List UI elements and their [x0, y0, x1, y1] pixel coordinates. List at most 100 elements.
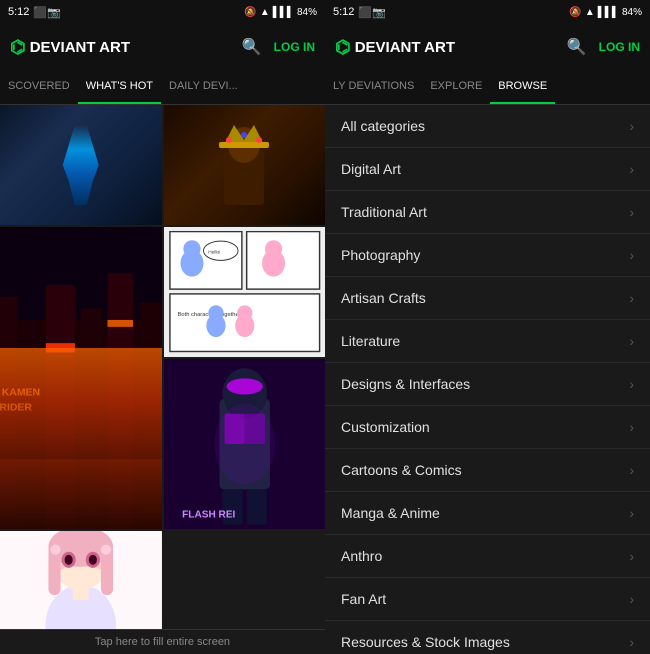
left-status-right: 🔕 ▲ ▌▌▌ 84%: [244, 7, 317, 18]
right-panel: 5:12 ⬛📷 🔕 ▲ ▌▌▌ 84% ⌬ DEVIANT ART 🔍 LOG …: [325, 0, 650, 654]
browse-item-arrow-icon: ›: [629, 118, 634, 134]
left-status-icons: ⬛📷: [33, 6, 60, 19]
right-logo-icon: ⌬: [335, 37, 351, 58]
right-header-right: 🔍 LOG IN: [567, 37, 640, 57]
browse-item[interactable]: Cartoons & Comics ›: [325, 449, 650, 492]
browse-list: All categories › Digital Art › Tradition…: [325, 105, 650, 654]
left-time: 5:12: [8, 6, 29, 18]
image-city[interactable]: KAMEN RIDER: [0, 227, 162, 529]
browse-item-arrow-icon: ›: [629, 161, 634, 177]
right-tab-deviations[interactable]: LY DEVIATIONS: [325, 70, 422, 104]
bottom-bar-text: Tap here to fill entire screen: [95, 636, 230, 648]
left-status-bar: 5:12 ⬛📷 🔕 ▲ ▌▌▌ 84%: [0, 0, 325, 24]
left-login-button[interactable]: LOG IN: [274, 40, 315, 54]
browse-item-arrow-icon: ›: [629, 204, 634, 220]
browse-item-arrow-icon: ›: [629, 634, 634, 650]
right-time: 5:12: [333, 6, 354, 18]
right-search-icon[interactable]: 🔍: [567, 37, 587, 57]
browse-item[interactable]: Anthro ›: [325, 535, 650, 578]
right-login-button[interactable]: LOG IN: [599, 40, 640, 54]
left-nav-tabs: SCOVERED WHAT'S HOT DAILY DEVI...: [0, 70, 325, 105]
browse-item[interactable]: Designs & Interfaces ›: [325, 363, 650, 406]
kamen-illustration: FLASH REI: [164, 359, 326, 529]
browse-item-label: Designs & Interfaces: [341, 376, 470, 392]
browse-item-arrow-icon: ›: [629, 419, 634, 435]
svg-text:RIDER: RIDER: [0, 403, 32, 414]
image-godzilla[interactable]: [0, 105, 162, 225]
right-status-icons: ⬛📷: [358, 6, 385, 19]
image-king[interactable]: [164, 105, 326, 225]
right-signal-icon: 🔕: [569, 7, 581, 18]
browse-item-label: All categories: [341, 118, 425, 134]
left-header: ⌬ DEVIANT ART 🔍 LOG IN: [0, 24, 325, 70]
left-signal-bars: ▌▌▌: [273, 7, 294, 18]
browse-item[interactable]: Customization ›: [325, 406, 650, 449]
browse-item[interactable]: Artisan Crafts ›: [325, 277, 650, 320]
right-signal-bars: ▌▌▌: [598, 7, 619, 18]
browse-item[interactable]: Literature ›: [325, 320, 650, 363]
image-anime-girl[interactable]: [0, 531, 162, 629]
left-image-grid: KAMEN RIDER Hello!: [0, 105, 325, 629]
browse-item-label: Customization: [341, 419, 430, 435]
city-illustration: KAMEN RIDER: [0, 227, 162, 529]
browse-item-label: Resources & Stock Images: [341, 634, 510, 650]
left-panel: 5:12 ⬛📷 🔕 ▲ ▌▌▌ 84% ⌬ DEVIANT ART 🔍 LOG …: [0, 0, 325, 654]
left-signal-icon: 🔕: [244, 7, 256, 18]
browse-item[interactable]: Manga & Anime ›: [325, 492, 650, 535]
browse-item-label: Literature: [341, 333, 400, 349]
right-logo-text: DEVIANT ART: [355, 39, 455, 56]
right-wifi-icon: ▲: [585, 7, 595, 18]
right-status-right: 🔕 ▲ ▌▌▌ 84%: [569, 7, 642, 18]
browse-item[interactable]: Fan Art ›: [325, 578, 650, 621]
browse-item[interactable]: Photography ›: [325, 234, 650, 277]
browse-item-label: Traditional Art: [341, 204, 427, 220]
svg-text:Hello!: Hello!: [208, 250, 220, 256]
right-battery: 84%: [622, 7, 642, 18]
browse-item-label: Fan Art: [341, 591, 386, 607]
browse-item-arrow-icon: ›: [629, 505, 634, 521]
browse-item[interactable]: Traditional Art ›: [325, 191, 650, 234]
right-logo: ⌬ DEVIANT ART: [335, 37, 455, 58]
browse-item-arrow-icon: ›: [629, 548, 634, 564]
browse-item-label: Manga & Anime: [341, 505, 440, 521]
left-tab-discovered[interactable]: SCOVERED: [0, 70, 78, 104]
image-kamen-rider[interactable]: FLASH REI: [164, 359, 326, 529]
svg-text:FLASH REI: FLASH REI: [182, 510, 235, 521]
left-wifi-icon: ▲: [260, 7, 270, 18]
left-tab-whatshot[interactable]: WHAT'S HOT: [78, 70, 161, 104]
browse-item-arrow-icon: ›: [629, 333, 634, 349]
right-status-time-group: 5:12 ⬛📷: [333, 6, 386, 19]
anime-illustration: [0, 531, 162, 629]
left-search-icon[interactable]: 🔍: [242, 37, 262, 57]
image-comics[interactable]: Hello! Both characters together!: [164, 227, 326, 357]
browse-item-label: Digital Art: [341, 161, 401, 177]
browse-item-arrow-icon: ›: [629, 591, 634, 607]
right-status-bar: 5:12 ⬛📷 🔕 ▲ ▌▌▌ 84%: [325, 0, 650, 24]
left-status-time-group: 5:12 ⬛📷: [8, 6, 61, 19]
left-battery: 84%: [297, 7, 317, 18]
right-header: ⌬ DEVIANT ART 🔍 LOG IN: [325, 24, 650, 70]
comics-illustration: Hello! Both characters together!: [168, 231, 322, 353]
browse-item-arrow-icon: ›: [629, 376, 634, 392]
browse-item-label: Anthro: [341, 548, 382, 564]
browse-item-arrow-icon: ›: [629, 290, 634, 306]
browse-item-arrow-icon: ›: [629, 247, 634, 263]
browse-item-label: Artisan Crafts: [341, 290, 426, 306]
left-logo: ⌬ DEVIANT ART: [10, 37, 130, 58]
browse-item[interactable]: All categories ›: [325, 105, 650, 148]
left-logo-icon: ⌬: [10, 37, 26, 58]
svg-text:KAMEN: KAMEN: [2, 387, 40, 398]
right-tab-explore[interactable]: EXPLORE: [422, 70, 490, 104]
browse-item-arrow-icon: ›: [629, 462, 634, 478]
left-tab-dailydevi[interactable]: DAILY DEVI...: [161, 70, 246, 104]
left-bottom-bar[interactable]: Tap here to fill entire screen: [0, 629, 325, 654]
browse-item[interactable]: Resources & Stock Images ›: [325, 621, 650, 654]
left-header-right: 🔍 LOG IN: [242, 37, 315, 57]
right-tab-browse[interactable]: BROWSE: [490, 70, 555, 104]
browse-item-label: Cartoons & Comics: [341, 462, 462, 478]
right-nav-tabs: LY DEVIATIONS EXPLORE BROWSE: [325, 70, 650, 105]
left-logo-text: DEVIANT ART: [30, 39, 130, 56]
browse-item-label: Photography: [341, 247, 420, 263]
king-illustration: [214, 120, 274, 210]
browse-item[interactable]: Digital Art ›: [325, 148, 650, 191]
